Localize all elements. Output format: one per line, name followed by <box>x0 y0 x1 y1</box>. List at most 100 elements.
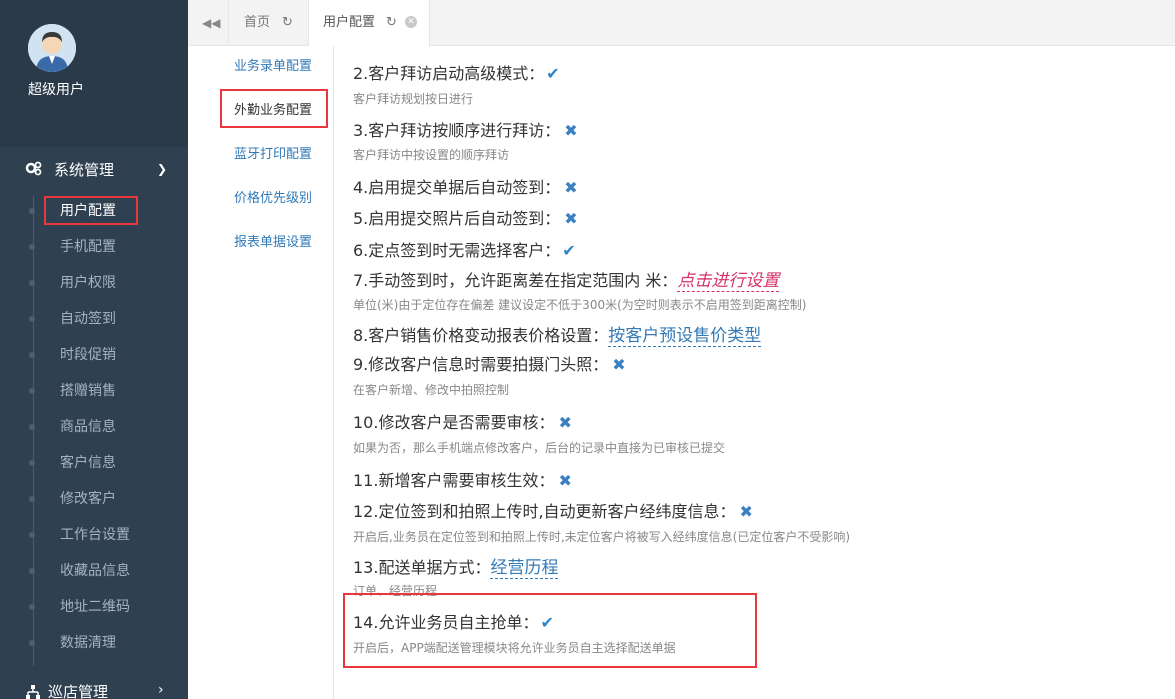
setting-title: 5.启用提交照片后自动签到： ✖ <box>353 205 578 229</box>
setting-label: 11.新增客户需要审核生效： <box>353 471 555 490</box>
sidebar-item[interactable]: 地址二维码 <box>29 595 130 619</box>
cross-icon[interactable]: ✖ <box>740 502 753 521</box>
sidebar-item[interactable]: 用户权限 <box>29 271 116 295</box>
sidebar-item-label: 用户权限 <box>60 275 116 291</box>
tree-dot <box>29 460 35 466</box>
setting-title: 12.定位签到和拍照上传时,自动更新客户经纬度信息： ✖ <box>353 498 753 522</box>
cross-icon[interactable]: ✖ <box>558 471 571 490</box>
setting-link[interactable]: 按客户预设售价类型 <box>608 326 762 347</box>
check-icon[interactable]: ✔ <box>562 241 575 260</box>
cross-icon[interactable]: ✖ <box>564 209 577 228</box>
sidebar: 超级用户 系统管理 ❯ 用户配置 手机配置 用户权限 自动签到 时段促销 搭赠销售 商品信息… <box>0 0 188 699</box>
tree-dot <box>29 496 35 502</box>
tab-home-label: 首页 <box>244 15 271 30</box>
avatar-icon <box>28 24 76 72</box>
sidebar-item-label: 数据清理 <box>60 635 116 651</box>
subnav-item[interactable]: 业务录单配置 <box>234 57 312 77</box>
highlight-box-field-config <box>220 89 328 128</box>
sidebar-item[interactable]: 自动签到 <box>29 307 116 331</box>
sidebar-item[interactable]: 工作台设置 <box>29 523 130 547</box>
setting-label: 6.定点签到时无需选择客户： <box>353 241 561 260</box>
setting-title: 11.新增客户需要审核生效： ✖ <box>353 467 572 491</box>
setting-label: 7.手动签到时，允许距离差在指定范围内 米： <box>353 271 678 290</box>
highlight-box-setting-14 <box>343 593 757 668</box>
sidebar-item-label: 手机配置 <box>60 239 116 255</box>
profile-panel: 超级用户 <box>0 0 188 147</box>
tree-dot <box>29 352 35 358</box>
setting-label: 2.客户拜访启动高级模式： <box>353 64 545 83</box>
setting-label: 9.修改客户信息时需要拍摄门头照： <box>353 355 609 374</box>
setting-label: 8.客户销售价格变动报表价格设置： <box>353 326 609 345</box>
setting-link[interactable]: 经营历程 <box>490 558 559 579</box>
subnav-item[interactable]: 价格优先级别 <box>234 189 312 209</box>
gears-icon <box>25 160 43 178</box>
setting-title: 7.手动签到时，允许距离差在指定范围内 米：点击进行设置 <box>353 266 780 292</box>
setting-label: 5.启用提交照片后自动签到： <box>353 209 561 228</box>
sidebar-item[interactable]: 时段促销 <box>29 343 116 367</box>
sidebar-item-label: 搭赠销售 <box>60 383 116 399</box>
setting-title: 4.启用提交单据后自动签到： ✖ <box>353 174 578 198</box>
close-icon[interactable]: ✕ <box>405 16 417 28</box>
refresh-icon[interactable]: ↻ <box>386 0 397 46</box>
cross-icon[interactable]: ✖ <box>564 121 577 140</box>
setting-desc: 客户拜访中按设置的顺序拜访 <box>353 148 510 162</box>
setting-title: 2.客户拜访启动高级模式： ✔ <box>353 60 560 84</box>
setting-desc: 单位(米)由于定位存在偏差 建议设定不低于300米(为空时则表示不启用签到距离控… <box>353 298 807 312</box>
check-icon[interactable]: ✔ <box>546 64 559 83</box>
backward-icon[interactable]: ◀◀ <box>202 16 220 30</box>
sidebar-item[interactable]: 搭赠销售 <box>29 379 116 403</box>
setting-link[interactable]: 点击进行设置 <box>677 271 780 292</box>
tree-dot <box>29 244 35 250</box>
tree-dot <box>29 424 35 430</box>
setting-desc: 客户拜访规划按日进行 <box>353 92 474 106</box>
setting-label: 4.启用提交单据后自动签到： <box>353 178 561 197</box>
tree-dot <box>29 316 35 322</box>
tabs-bar: ◀◀ 首页 ↻ 用户配置 ↻ ✕ <box>188 0 1175 47</box>
setting-title: 10.修改客户是否需要审核： ✖ <box>353 409 572 433</box>
cross-icon[interactable]: ✖ <box>558 413 571 432</box>
highlight-box-user-config <box>44 196 138 225</box>
tree-line <box>33 196 34 666</box>
tree-dot <box>29 280 35 286</box>
sidebar-item-label: 地址二维码 <box>60 599 130 615</box>
sidebar-item-label: 自动签到 <box>60 311 116 327</box>
menu-system-management-label: 系统管理 <box>54 161 115 179</box>
tab-user-config-label: 用户配置 <box>323 15 376 30</box>
setting-label: 3.客户拜访按顺序进行拜访： <box>353 121 561 140</box>
username: 超级用户 <box>28 82 84 98</box>
setting-label: 13.配送单据方式： <box>353 558 491 577</box>
chevron-right-icon: › <box>158 682 164 698</box>
avatar[interactable] <box>28 24 76 72</box>
setting-title: 9.修改客户信息时需要拍摄门头照： ✖ <box>353 351 626 375</box>
truncated-desc <box>353 46 357 52</box>
sidebar-item-label: 修改客户 <box>60 491 116 507</box>
cross-icon[interactable]: ✖ <box>612 355 625 374</box>
menu-store-patrol-label: 巡店管理 <box>48 683 109 699</box>
tab-user-config[interactable]: 用户配置 ↻ ✕ <box>308 0 430 47</box>
sidebar-item-label: 客户信息 <box>60 455 116 471</box>
sidebar-item[interactable]: 客户信息 <box>29 451 116 475</box>
sidebar-item-label: 时段促销 <box>60 347 116 363</box>
tree-dot <box>29 568 35 574</box>
sidebar-item[interactable]: 修改客户 <box>29 487 116 511</box>
tree-dot <box>29 604 35 610</box>
menu-system-management[interactable]: 系统管理 ❯ <box>0 150 188 188</box>
sidebar-item[interactable]: 商品信息 <box>29 415 116 439</box>
sidebar-item-label: 商品信息 <box>60 419 116 435</box>
menu-store-patrol[interactable]: 巡店管理 › <box>0 676 188 699</box>
sidebar-item[interactable]: 收藏品信息 <box>29 559 130 583</box>
sidebar-item-label: 收藏品信息 <box>60 563 130 579</box>
setting-title: 3.客户拜访按顺序进行拜访： ✖ <box>353 117 578 141</box>
config-subnav: 业务录单配置 外勤业务配置 蓝牙打印配置 价格优先级别 报表单据设置 <box>188 46 334 699</box>
subnav-item[interactable]: 蓝牙打印配置 <box>234 145 312 165</box>
setting-desc: 如果为否，那么手机端点修改客户，后台的记录中直接为已审核已提交 <box>353 441 726 455</box>
chevron-down-icon: ❯ <box>157 162 168 176</box>
tab-home[interactable]: 首页 ↻ <box>228 0 308 46</box>
tree-dot <box>29 532 35 538</box>
sidebar-item[interactable]: 数据清理 <box>29 631 116 655</box>
setting-title: 13.配送单据方式：经营历程 <box>353 553 559 579</box>
refresh-icon[interactable]: ↻ <box>282 0 293 46</box>
cross-icon[interactable]: ✖ <box>564 178 577 197</box>
subnav-item[interactable]: 报表单据设置 <box>234 233 312 253</box>
sidebar-item[interactable]: 手机配置 <box>29 235 116 259</box>
